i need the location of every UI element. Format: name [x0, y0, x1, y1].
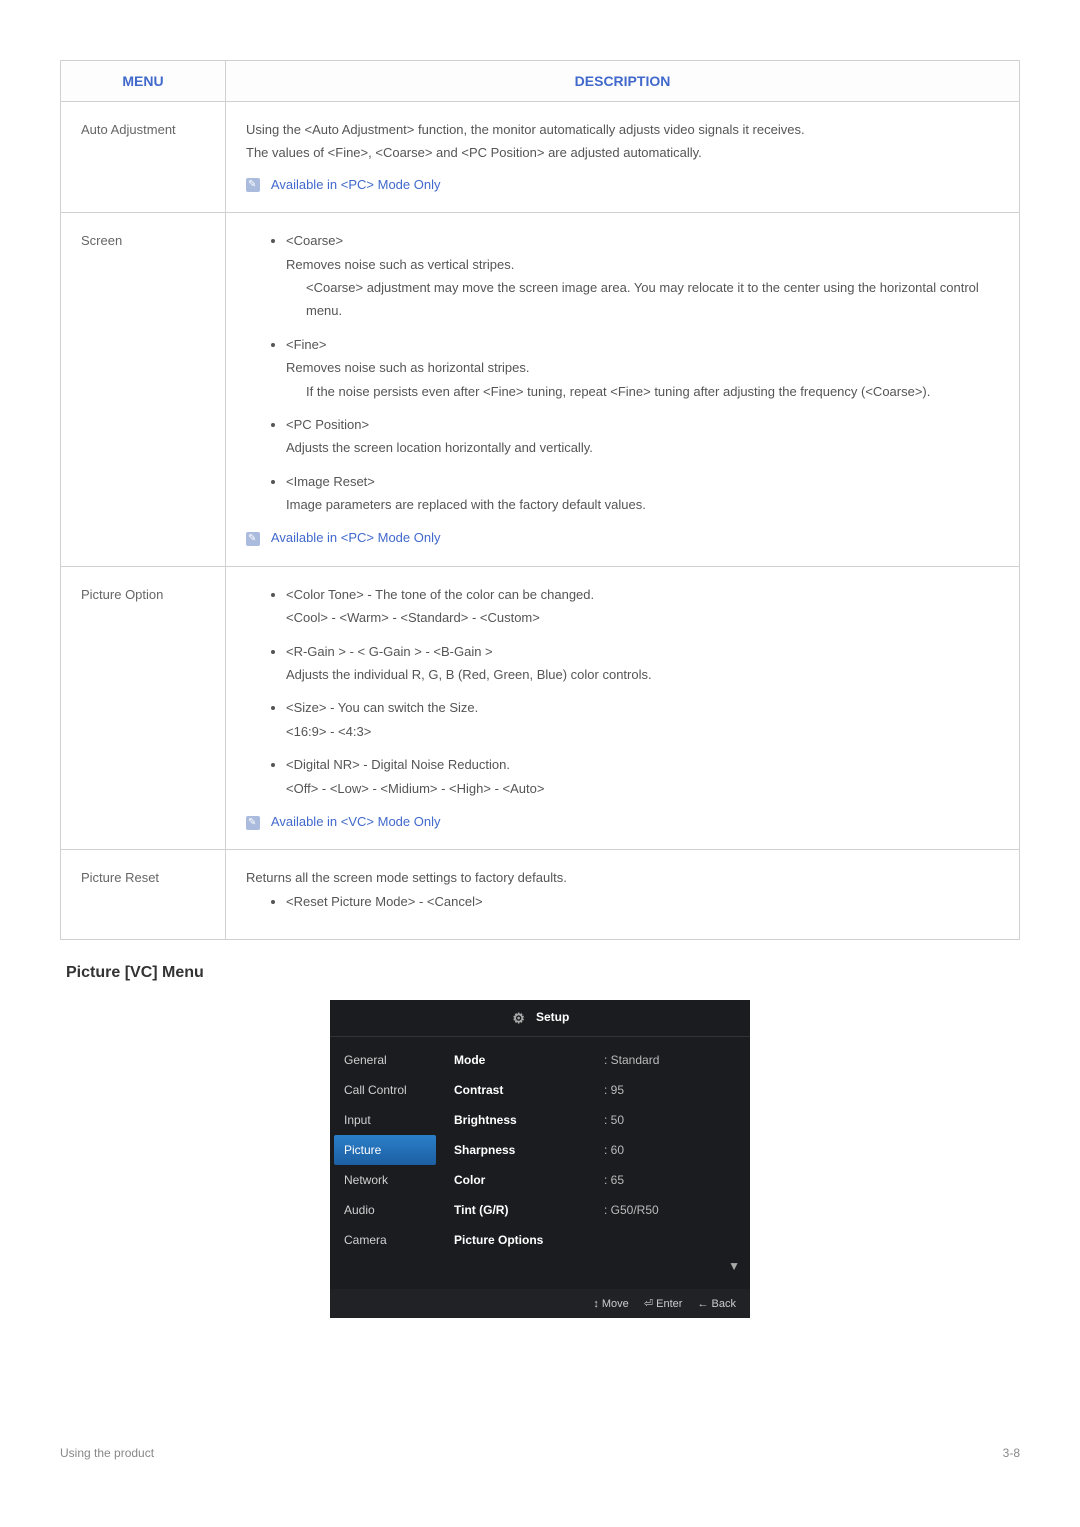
item-opts: <Off> - <Low> - <Midium> - <High> - <Aut… — [286, 781, 544, 796]
item-title: <PC Position> — [286, 417, 369, 432]
note-icon — [246, 532, 260, 546]
desc-screen: <Coarse> Removes noise such as vertical … — [226, 213, 1020, 567]
osd-val: : 50 — [604, 1113, 736, 1127]
osd-header: ⚙ Setup — [330, 1000, 750, 1037]
osd-key: Brightness — [454, 1113, 604, 1127]
item-title: <R-Gain > - < G-Gain > - <B-Gain > — [286, 644, 493, 659]
note-line: Available in <PC> Mode Only — [246, 526, 999, 549]
list-item: <Color Tone> - The tone of the color can… — [286, 583, 999, 630]
sidebar-item-audio[interactable]: Audio — [330, 1195, 440, 1225]
note-text: Available in <PC> Mode Only — [271, 177, 441, 192]
table-row: Auto Adjustment Using the <Auto Adjustme… — [61, 102, 1020, 213]
item-title: <Digital NR> - Digital Noise Reduction. — [286, 757, 510, 772]
list-item: <Size> - You can switch the Size. <16:9>… — [286, 696, 999, 743]
osd-val: : 60 — [604, 1143, 736, 1157]
note-icon — [246, 178, 260, 192]
text-line: Using the <Auto Adjustment> function, th… — [246, 118, 999, 141]
osd-row-picture-options[interactable]: Picture Options — [440, 1225, 750, 1255]
table-row: Picture Reset Returns all the screen mod… — [61, 850, 1020, 940]
chevron-down-icon[interactable]: ▼ — [440, 1255, 750, 1281]
osd-val: : G50/R50 — [604, 1203, 736, 1217]
item-title: <Fine> — [286, 337, 326, 352]
sidebar-item-input[interactable]: Input — [330, 1105, 440, 1135]
item-desc: Image parameters are replaced with the f… — [286, 497, 646, 512]
sidebar-item-general[interactable]: General — [330, 1045, 440, 1075]
osd-val — [604, 1233, 736, 1247]
list-item: <R-Gain > - < G-Gain > - <B-Gain > Adjus… — [286, 640, 999, 687]
section-title: Picture [VC] Menu — [66, 964, 1020, 982]
list-item: <Coarse> Removes noise such as vertical … — [286, 229, 999, 323]
sidebar-item-call-control[interactable]: Call Control — [330, 1075, 440, 1105]
osd-footer: ↕ Move ⏎ Enter ← Back — [330, 1289, 750, 1318]
item-desc: Adjusts the individual R, G, B (Red, Gre… — [286, 667, 652, 682]
osd-key: Mode — [454, 1053, 604, 1067]
item-title: <Image Reset> — [286, 474, 375, 489]
item-opts: <16:9> - <4:3> — [286, 724, 371, 739]
osd-key: Picture Options — [454, 1233, 604, 1247]
table-row: Screen <Coarse> Removes noise such as ve… — [61, 213, 1020, 567]
sidebar-item-network[interactable]: Network — [330, 1165, 440, 1195]
item-sub: <Coarse> adjustment may move the screen … — [286, 276, 999, 323]
osd-panel: ⚙ Setup General Call Control Input Pictu… — [330, 1000, 750, 1318]
desc-picture-option: <Color Tone> - The tone of the color can… — [226, 566, 1020, 850]
item-sub: If the noise persists even after <Fine> … — [286, 380, 999, 403]
menu-screen: Screen — [61, 213, 226, 567]
osd-row-color[interactable]: Color: 65 — [440, 1165, 750, 1195]
note-text: Available in <PC> Mode Only — [271, 530, 441, 545]
menu-picture-option: Picture Option — [61, 566, 226, 850]
menu-picture-reset: Picture Reset — [61, 850, 226, 940]
header-description: DESCRIPTION — [226, 61, 1020, 102]
osd-sidebar: General Call Control Input Picture Netwo… — [330, 1037, 440, 1289]
osd-row-mode[interactable]: Mode: Standard — [440, 1045, 750, 1075]
osd-val: : 65 — [604, 1173, 736, 1187]
note-line: Available in <PC> Mode Only — [246, 173, 999, 196]
osd-key: Sharpness — [454, 1143, 604, 1157]
sidebar-item-picture[interactable]: Picture — [334, 1135, 436, 1165]
settings-table: MENU DESCRIPTION Auto Adjustment Using t… — [60, 60, 1020, 940]
list-item: <Image Reset> Image parameters are repla… — [286, 470, 999, 517]
desc-auto-adjustment: Using the <Auto Adjustment> function, th… — [226, 102, 1020, 213]
note-line: Available in <VC> Mode Only — [246, 810, 999, 833]
osd-key: Contrast — [454, 1083, 604, 1097]
footer-left: Using the product — [60, 1446, 154, 1460]
osd-title: Setup — [536, 1010, 569, 1024]
osd-row-tint[interactable]: Tint (G/R): G50/R50 — [440, 1195, 750, 1225]
list-item: <PC Position> Adjusts the screen locatio… — [286, 413, 999, 460]
menu-auto-adjustment: Auto Adjustment — [61, 102, 226, 213]
hint-move: ↕ Move — [593, 1298, 628, 1310]
note-icon — [246, 816, 260, 830]
gear-icon: ⚙ — [511, 1010, 527, 1026]
list-item: <Fine> Removes noise such as horizontal … — [286, 333, 999, 403]
osd-val: : Standard — [604, 1053, 736, 1067]
desc-picture-reset: Returns all the screen mode settings to … — [226, 850, 1020, 940]
item-title: <Size> - You can switch the Size. — [286, 700, 478, 715]
osd-row-brightness[interactable]: Brightness: 50 — [440, 1105, 750, 1135]
footer-right: 3-8 — [1003, 1446, 1020, 1460]
item-opts: <Cool> - <Warm> - <Standard> - <Custom> — [286, 610, 540, 625]
item-title: <Coarse> — [286, 233, 343, 248]
note-text: Available in <VC> Mode Only — [271, 814, 441, 829]
item-title: <Color Tone> - The tone of the color can… — [286, 587, 594, 602]
header-menu: MENU — [61, 61, 226, 102]
osd-key: Color — [454, 1173, 604, 1187]
item-desc: Removes noise such as vertical stripes. — [286, 257, 514, 272]
sidebar-item-camera[interactable]: Camera — [330, 1225, 440, 1255]
osd-key: Tint (G/R) — [454, 1203, 604, 1217]
osd-row-sharpness[interactable]: Sharpness: 60 — [440, 1135, 750, 1165]
list-item: <Reset Picture Mode> - <Cancel> — [286, 890, 999, 913]
osd-main: Mode: Standard Contrast: 95 Brightness: … — [440, 1037, 750, 1289]
osd-row-contrast[interactable]: Contrast: 95 — [440, 1075, 750, 1105]
text-line: The values of <Fine>, <Coarse> and <PC P… — [246, 141, 999, 164]
osd-val: : 95 — [604, 1083, 736, 1097]
page-footer: Using the product 3-8 — [60, 1438, 1020, 1460]
item-desc: Adjusts the screen location horizontally… — [286, 440, 593, 455]
text-line: Returns all the screen mode settings to … — [246, 866, 999, 889]
hint-back: ← Back — [697, 1298, 736, 1310]
table-row: Picture Option <Color Tone> - The tone o… — [61, 566, 1020, 850]
item-desc: Removes noise such as horizontal stripes… — [286, 360, 530, 375]
list-item: <Digital NR> - Digital Noise Reduction. … — [286, 753, 999, 800]
hint-enter: ⏎ Enter — [644, 1298, 683, 1310]
